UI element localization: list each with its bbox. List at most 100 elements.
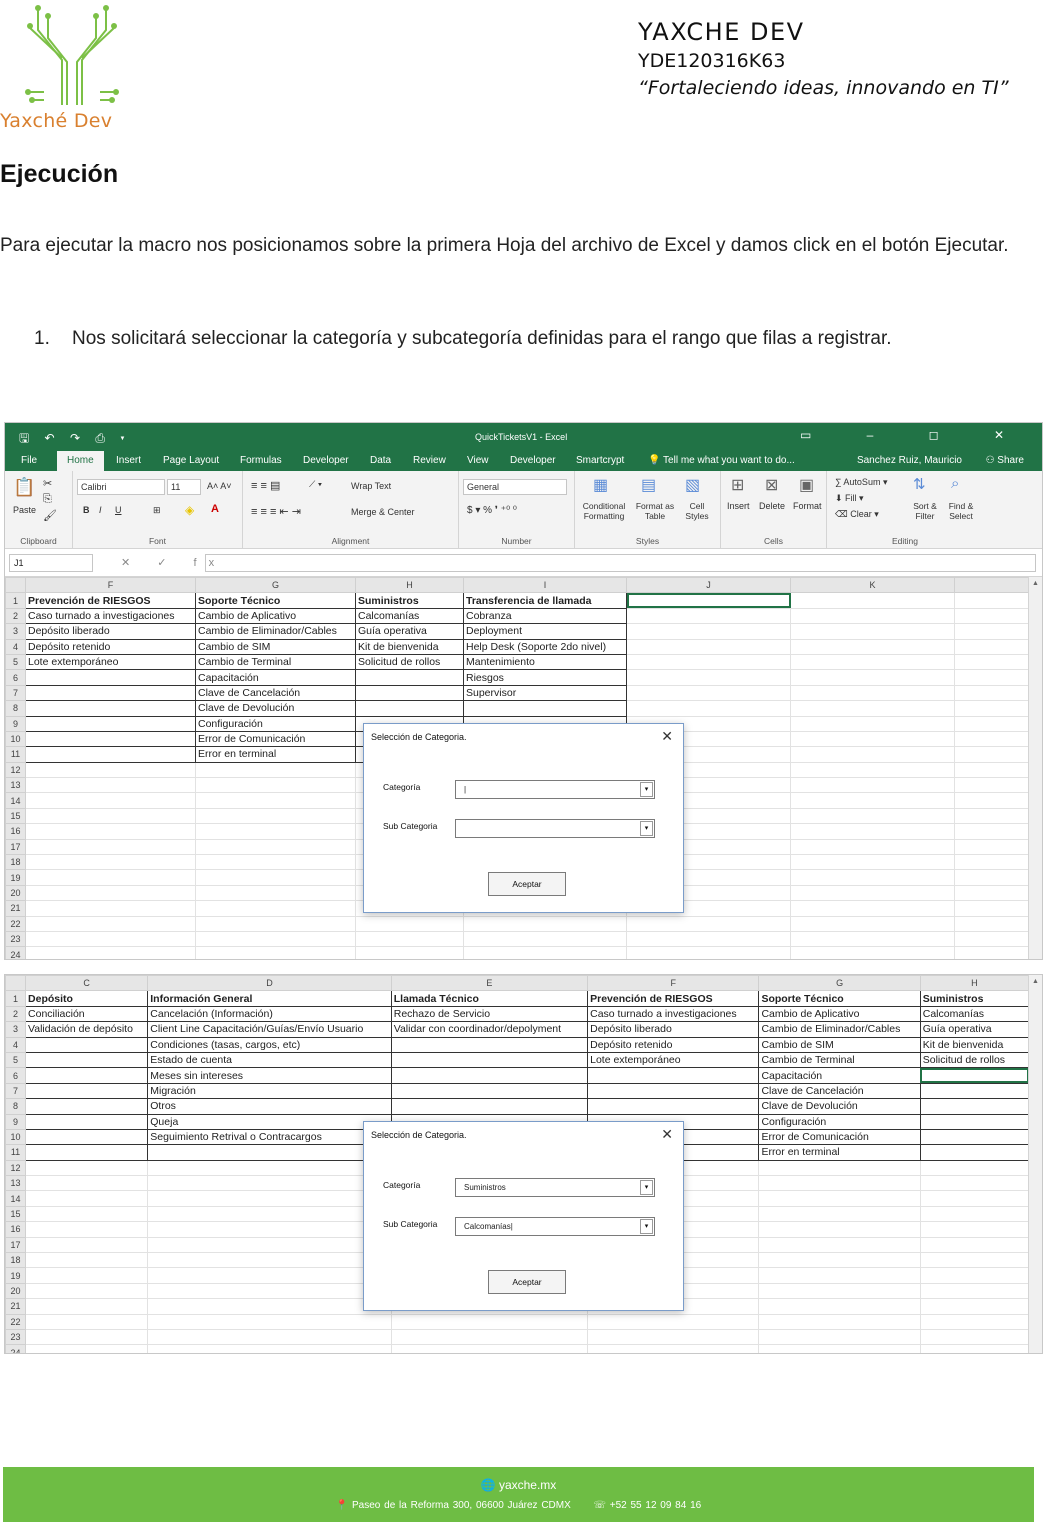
table-cell[interactable]: Clave de Devolución [195,700,356,717]
row-number[interactable]: 11 [5,1144,27,1161]
table-cell[interactable] [626,592,791,609]
orientation-icon[interactable]: ⟋ ▾ [309,479,322,490]
table-cell[interactable] [355,700,464,717]
table-cell[interactable] [147,1344,392,1353]
table-cell[interactable] [25,1159,149,1177]
table-cell[interactable] [954,854,1030,871]
table-cell[interactable]: Llamada Técnico [390,990,589,1007]
table-cell[interactable]: Riesgos [463,669,627,686]
table-cell[interactable]: Depósito retenido [587,1036,760,1053]
table-cell[interactable] [954,746,1030,763]
table-cell[interactable] [790,746,955,763]
table-cell[interactable] [919,1221,1030,1238]
row-number[interactable]: 4 [5,638,26,655]
table-cell[interactable] [790,915,955,932]
table-cell[interactable] [25,900,196,917]
row-number[interactable]: 12 [5,761,26,779]
table-cell[interactable] [147,1267,392,1284]
table-cell[interactable]: Validación de depósito [25,1021,149,1038]
table-cell[interactable] [355,915,464,932]
row-number[interactable]: 23 [5,1328,27,1346]
table-cell[interactable] [758,1221,921,1238]
table-cell[interactable] [919,1175,1030,1192]
accept-button[interactable]: Aceptar [488,1270,566,1294]
row-number[interactable]: 13 [5,1175,27,1192]
row-number[interactable]: 21 [5,1298,27,1315]
table-cell[interactable] [954,638,1030,655]
table-cell[interactable] [147,1282,392,1300]
table-cell[interactable] [626,700,791,717]
table-cell[interactable] [195,838,356,856]
table-cell[interactable] [954,700,1030,717]
table-cell[interactable] [25,1298,149,1315]
paste-button[interactable]: Paste [13,505,36,515]
accept-button[interactable]: Aceptar [488,872,566,896]
row-number[interactable]: 2 [5,1005,27,1023]
table-cell[interactable] [195,930,356,948]
table-cell[interactable] [195,792,356,809]
table-cell[interactable] [147,1159,392,1177]
table-cell[interactable] [626,915,791,932]
table-cell[interactable]: Error de Comunicación [195,730,356,748]
table-cell[interactable] [25,854,196,871]
table-cell[interactable] [25,1252,149,1269]
table-cell[interactable]: Error en terminal [195,746,356,763]
table-cell[interactable] [919,1067,1030,1084]
table-cell[interactable] [790,638,955,655]
close-icon[interactable]: ✕ [661,1126,673,1143]
table-cell[interactable] [954,623,1030,640]
table-cell[interactable]: Caso turnado a investigaciones [587,1005,760,1023]
table-cell[interactable]: Solicitud de rollos [919,1051,1030,1069]
tab-developer-2[interactable]: Developer [510,455,556,466]
user-name[interactable]: Sanchez Ruiz, Mauricio [857,455,962,466]
table-cell[interactable] [626,607,791,625]
row-number[interactable]: 6 [5,669,26,686]
row-number[interactable]: 17 [5,1236,27,1254]
table-cell[interactable] [25,884,196,902]
table-cell[interactable] [25,915,196,932]
row-number[interactable]: 4 [5,1036,27,1053]
table-cell[interactable]: Lote extemporáneo [25,653,196,671]
table-cell[interactable] [954,715,1030,732]
table-cell[interactable] [25,1313,149,1330]
table-cell[interactable] [195,915,356,932]
tab-review[interactable]: Review [413,455,446,466]
table-cell[interactable] [25,930,196,948]
formula-input[interactable] [205,554,1036,572]
table-cell[interactable] [919,1252,1030,1269]
table-cell[interactable]: Configuración [195,715,356,732]
table-cell[interactable]: Configuración [758,1113,921,1130]
borders-icon[interactable]: ⊞ [153,505,161,516]
table-cell[interactable] [390,1051,589,1069]
table-cell[interactable] [954,592,1030,609]
table-cell[interactable] [463,930,627,948]
table-cell[interactable] [919,1128,1030,1146]
table-cell[interactable] [25,1328,149,1346]
table-cell[interactable] [919,1159,1030,1177]
table-cell[interactable] [954,777,1030,794]
row-number[interactable]: 13 [5,777,26,794]
table-cell[interactable] [790,684,955,702]
table-cell[interactable] [919,1282,1030,1300]
table-cell[interactable] [25,1267,149,1284]
table-cell[interactable]: Suministros [919,990,1030,1007]
table-cell[interactable] [790,946,955,959]
table-cell[interactable]: Cambio de SIM [195,638,356,655]
row-number[interactable]: 6 [5,1067,27,1084]
table-cell[interactable] [147,1190,392,1207]
table-cell[interactable]: Mantenimiento [463,653,627,671]
table-cell[interactable] [626,930,791,948]
table-cell[interactable]: Otros [147,1098,392,1115]
chevron-down-icon[interactable]: ▾ [640,1180,653,1195]
table-cell[interactable] [587,1067,760,1084]
table-cell[interactable] [919,1298,1030,1315]
insert-cells-icon[interactable]: ⊞ [731,475,744,495]
column-header[interactable]: D [147,975,392,992]
table-cell[interactable] [25,1128,149,1146]
table-cell[interactable] [758,1344,921,1353]
row-number[interactable]: 18 [5,1252,27,1269]
subcategory-combobox[interactable]: Calcomanías| ▾ [455,1217,655,1236]
column-header[interactable]: C [25,975,149,992]
table-cell[interactable]: Depósito retenido [25,638,196,655]
cell-styles-icon[interactable]: ▧ [685,475,700,495]
